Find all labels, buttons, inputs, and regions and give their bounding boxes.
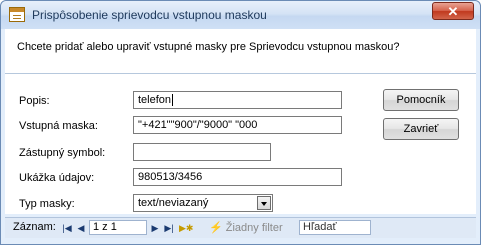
first-record-icon[interactable]: |◀ [61,222,73,234]
previous-record-icon[interactable]: ◀ [75,222,87,234]
filter-indicator[interactable]: ⚡ Žiadny filter [209,221,283,234]
record-position-input[interactable]: 1 z 1 [89,220,147,235]
zastupny-symbol-input[interactable] [133,143,271,161]
popis-input[interactable]: telefon [133,91,342,109]
ukazka-udajov-label: Ukážka údajov: [19,172,95,184]
access-form-icon[interactable] [9,7,25,22]
popis-value: telefon [138,94,172,106]
close-icon: ✕ [447,4,459,19]
dialog-window: Prispôsobenie sprievodcu vstupnou maskou… [0,0,481,245]
chevron-down-icon[interactable] [257,196,271,210]
form-content: Chcete pridať alebo upraviť vstupné mask… [5,29,476,214]
record-navigation-bar: Záznam: |◀ ◀ 1 z 1 ▶ ▶| ▶✱ ⚡ Žiadny filt… [5,217,476,238]
search-input[interactable]: Hľadať [299,220,371,235]
vstupna-maska-input[interactable]: "+421""900"/"9000" "000 [133,116,342,134]
vstupna-maska-label: Vstupná maska: [19,120,98,132]
ukazka-udajov-input[interactable]: 980513/3456 [133,168,342,186]
close-button[interactable]: Zavrieť [383,118,459,140]
window-title: Prispôsobenie sprievodcu vstupnou maskou [32,8,267,22]
text-caret [172,94,174,107]
typ-masky-value: text/neviazaný [138,197,209,209]
title-bar[interactable]: Prispôsobenie sprievodcu vstupnou maskou… [1,1,480,29]
filter-icon: ⚡ [209,222,223,234]
divider [5,73,476,74]
last-record-icon[interactable]: ▶| [163,222,175,234]
typ-masky-select[interactable]: text/neviazaný [133,194,273,212]
zastupny-symbol-label: Zástupný symbol: [19,147,106,159]
new-record-icon[interactable]: ▶✱ [179,222,193,234]
filter-label: Žiadny filter [225,222,283,234]
next-record-icon[interactable]: ▶ [149,222,161,234]
dialog-description: Chcete pridať alebo upraviť vstupné mask… [17,41,400,53]
typ-masky-label: Typ masky: [19,198,75,210]
close-window-button[interactable]: ✕ [432,2,474,20]
record-label: Záznam: [13,221,56,233]
popis-label: Popis: [19,95,50,107]
help-button[interactable]: Pomocník [383,89,459,111]
